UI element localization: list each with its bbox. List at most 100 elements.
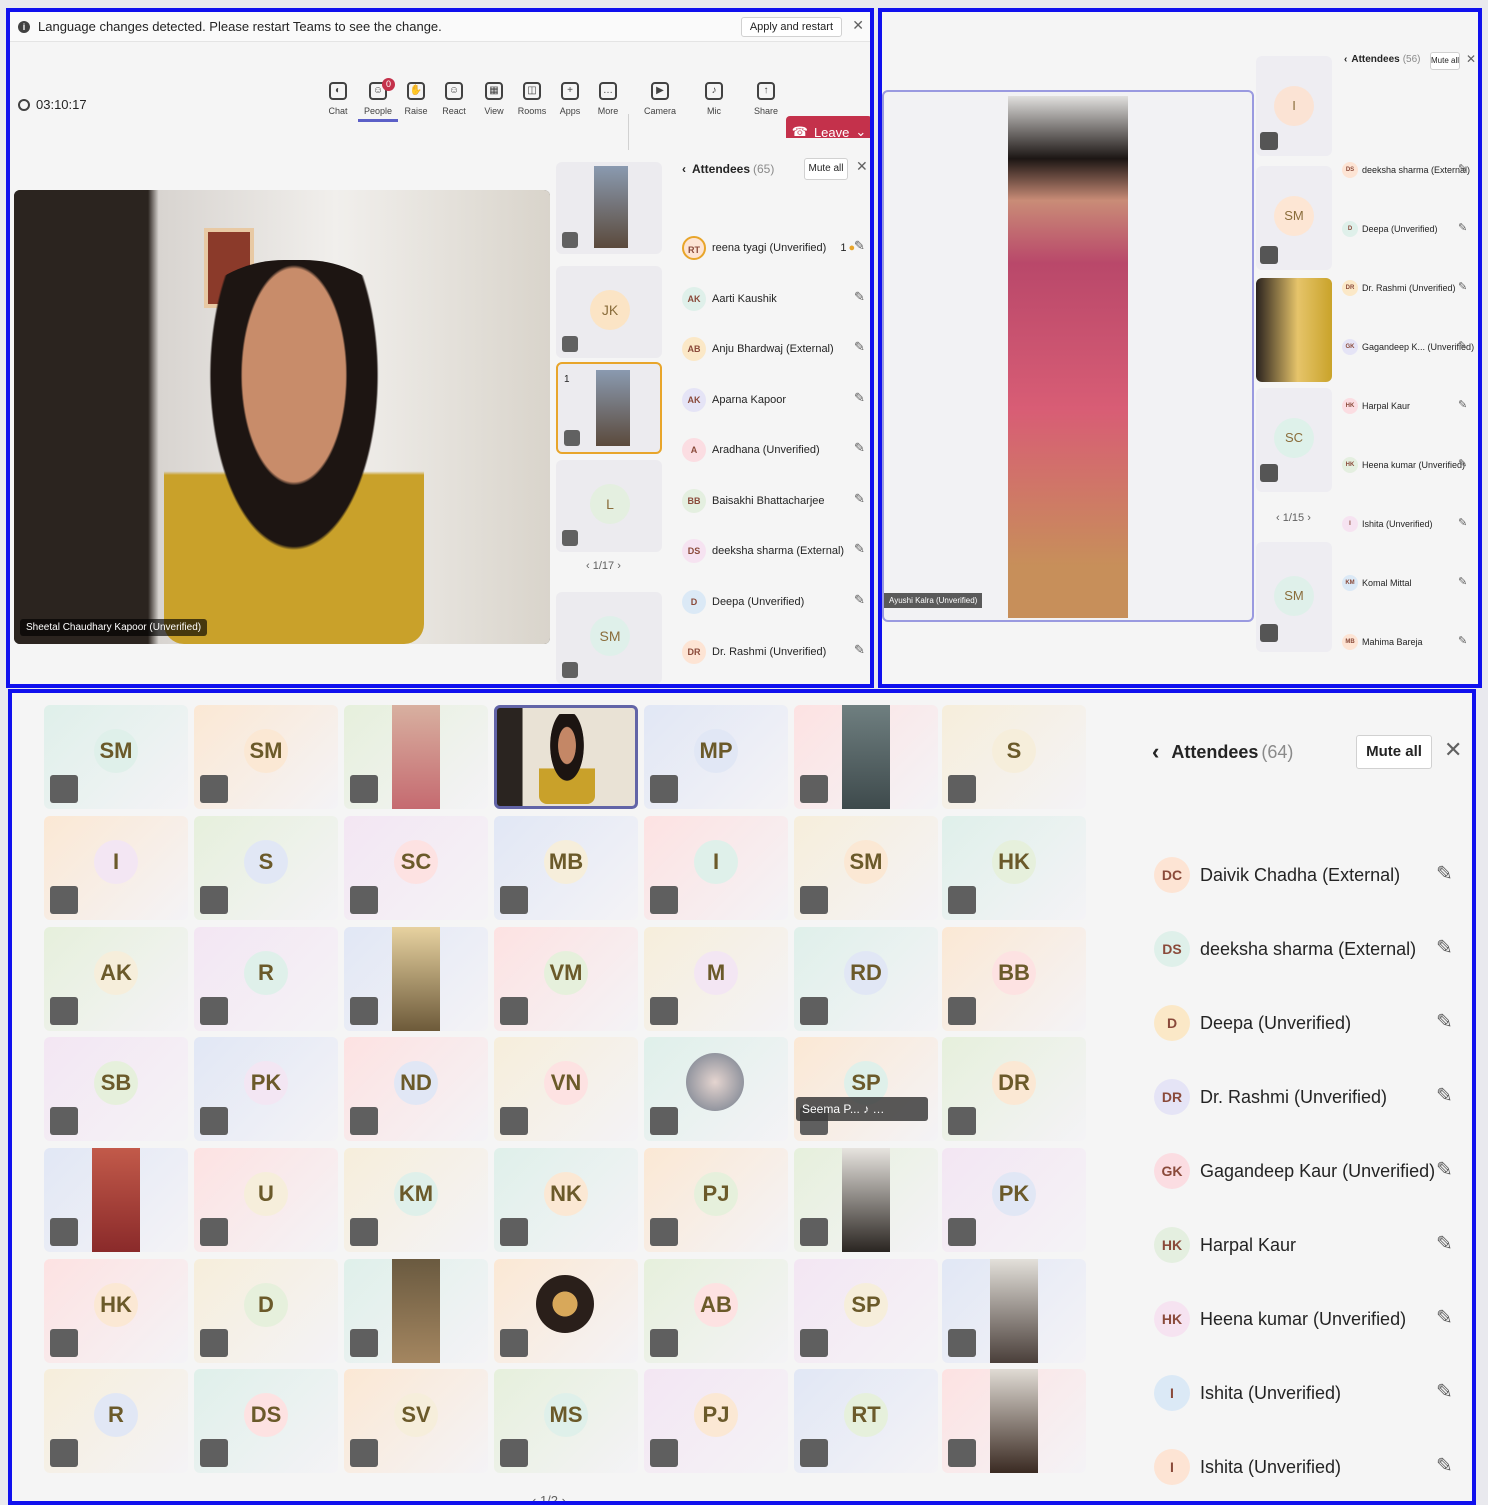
- mic-off-icon[interactable]: ✎: [1458, 398, 1467, 411]
- mic-off-icon[interactable]: ✎: [1436, 1453, 1453, 1478]
- participant-tile[interactable]: [344, 1259, 488, 1363]
- mic-off-icon[interactable]: ✎: [854, 440, 865, 456]
- chevron-left-icon[interactable]: ‹: [586, 560, 593, 572]
- attendee-row[interactable]: AK Aparna Kapoor: [682, 387, 786, 412]
- attendee-row[interactable]: AK Aarti Kaushik: [682, 286, 777, 311]
- participant-tile[interactable]: [644, 1037, 788, 1141]
- toolbar-rooms-button[interactable]: ◫ Rooms: [512, 82, 552, 116]
- toolbar-mic-button[interactable]: ♪ Mic: [694, 82, 734, 116]
- mic-off-icon[interactable]: ✎: [854, 390, 865, 406]
- attendee-row[interactable]: AB Anju Bhardwaj (External): [682, 337, 834, 361]
- participant-tile[interactable]: [494, 1259, 638, 1363]
- participant-tile[interactable]: SM: [194, 705, 338, 809]
- mic-off-icon[interactable]: ✎: [854, 642, 865, 658]
- participant-tile[interactable]: MP: [644, 705, 788, 809]
- participant-tile[interactable]: [794, 705, 938, 809]
- participant-tile[interactable]: SP: [794, 1259, 938, 1363]
- mute-all-button[interactable]: Mute all: [1430, 52, 1460, 70]
- participant-tile[interactable]: [942, 1369, 1086, 1473]
- participant-tile[interactable]: SP Seema P... ♪ …: [794, 1037, 938, 1141]
- attendee-row[interactable]: DR Dr. Rashmi (Unverified): [1154, 1079, 1387, 1115]
- toolbar-share-button[interactable]: ↑ Share: [746, 82, 786, 116]
- participant-tile[interactable]: [344, 927, 488, 1031]
- attendee-row[interactable]: DS deeksha sharma (External): [1342, 162, 1470, 178]
- mic-off-icon[interactable]: ✎: [1458, 575, 1467, 588]
- mic-off-icon[interactable]: ✎: [1436, 935, 1453, 960]
- participant-tile[interactable]: RD: [794, 927, 938, 1031]
- participant-tile[interactable]: U: [194, 1148, 338, 1252]
- participant-tile[interactable]: ND: [344, 1037, 488, 1141]
- participant-tile[interactable]: MB: [494, 816, 638, 920]
- mic-off-icon[interactable]: ✎: [1458, 516, 1467, 529]
- mic-off-icon[interactable]: ✎: [854, 541, 865, 557]
- participant-tile[interactable]: BB: [942, 927, 1086, 1031]
- participant-tile[interactable]: R: [44, 1369, 188, 1473]
- attendee-row[interactable]: I Ishita (Unverified): [1154, 1449, 1341, 1485]
- attendee-row[interactable]: D Deepa (Unverified): [1342, 221, 1438, 237]
- attendee-row[interactable]: I Ishita (Unverified): [1342, 516, 1433, 532]
- mic-off-icon[interactable]: ✎: [1436, 1231, 1453, 1256]
- mic-off-icon[interactable]: ✎: [1458, 457, 1467, 470]
- participant-tile[interactable]: [942, 1259, 1086, 1363]
- participant-tile[interactable]: M: [644, 927, 788, 1031]
- participant-tile[interactable]: R: [194, 927, 338, 1031]
- mute-all-button[interactable]: Mute all: [804, 158, 848, 180]
- toolbar-more-button[interactable]: … More: [588, 82, 628, 116]
- attendee-row[interactable]: I Ishita (Unverified): [1154, 1375, 1341, 1411]
- mic-off-icon[interactable]: ✎: [854, 491, 865, 507]
- mic-off-icon[interactable]: ✎: [854, 592, 865, 608]
- toolbar-apps-button[interactable]: + Apps: [550, 82, 590, 116]
- participant-tile[interactable]: [344, 705, 488, 809]
- chevron-left-icon[interactable]: ‹: [1344, 54, 1347, 65]
- participant-tile[interactable]: HK: [44, 1259, 188, 1363]
- participant-tile[interactable]: VN: [494, 1037, 638, 1141]
- participant-thumb[interactable]: SM: [1256, 166, 1332, 270]
- participant-hover-tag[interactable]: Seema P... ♪ …: [796, 1097, 928, 1121]
- participant-tile[interactable]: SM: [794, 816, 938, 920]
- participant-tile[interactable]: S: [194, 816, 338, 920]
- participant-tile[interactable]: MS: [494, 1369, 638, 1473]
- mic-off-icon[interactable]: ✎: [854, 238, 865, 254]
- attendee-row[interactable]: DS deeksha sharma (External): [682, 539, 844, 563]
- chevron-right-icon[interactable]: ›: [614, 560, 621, 572]
- more-options-icon[interactable]: ♪ …: [860, 1102, 884, 1116]
- mic-off-icon[interactable]: ✎: [854, 339, 865, 355]
- close-icon[interactable]: ✕: [1444, 737, 1462, 763]
- mic-off-icon[interactable]: ✎: [1458, 339, 1467, 352]
- participant-tile[interactable]: SC: [344, 816, 488, 920]
- attendee-row[interactable]: DR Dr. Rashmi (Unverified): [682, 640, 826, 664]
- participant-tile[interactable]: SV: [344, 1369, 488, 1473]
- attendee-row[interactable]: HK Heena kumar (Unverified): [1342, 457, 1465, 473]
- toolbar-react-button[interactable]: ☺ React: [434, 82, 474, 116]
- participant-tile[interactable]: D: [194, 1259, 338, 1363]
- participant-tile[interactable]: PK: [942, 1148, 1086, 1252]
- attendee-row[interactable]: HK Heena kumar (Unverified): [1154, 1301, 1406, 1337]
- participant-thumb[interactable]: SM: [1256, 542, 1332, 652]
- toolbar-chat-button[interactable]: ◐ Chat: [318, 82, 358, 116]
- mic-off-icon[interactable]: ✎: [1436, 861, 1453, 886]
- participant-thumb[interactable]: [556, 162, 662, 254]
- attendee-row[interactable]: HK Harpal Kaur: [1154, 1227, 1296, 1263]
- participant-thumb[interactable]: SM: [556, 592, 662, 684]
- participant-tile[interactable]: DR: [942, 1037, 1086, 1141]
- participant-tile[interactable]: S: [942, 705, 1086, 809]
- participant-thumb[interactable]: SC: [1256, 388, 1332, 492]
- attendee-row[interactable]: BB Baisakhi Bhattacharjee: [682, 488, 825, 513]
- thumb-pager[interactable]: ‹ 1/15 ›: [1276, 512, 1311, 524]
- chevron-left-icon[interactable]: ‹: [532, 1493, 540, 1501]
- participant-tile[interactable]: PJ: [644, 1369, 788, 1473]
- participant-thumb[interactable]: L: [556, 460, 662, 552]
- chevron-left-icon[interactable]: ‹: [682, 162, 686, 176]
- attendee-row[interactable]: D Deepa (Unverified): [682, 589, 804, 614]
- chevron-right-icon[interactable]: ›: [558, 1493, 566, 1501]
- toolbar-camera-button[interactable]: ▶ Camera: [640, 82, 680, 116]
- mic-off-icon[interactable]: ✎: [1436, 1305, 1453, 1330]
- thumb-pager[interactable]: ‹ 1/17 ›: [586, 560, 621, 572]
- mic-off-icon[interactable]: ✎: [1458, 221, 1467, 234]
- participant-tile[interactable]: KM: [344, 1148, 488, 1252]
- toolbar-view-button[interactable]: ▦ View: [474, 82, 514, 116]
- participant-tile[interactable]: AK: [44, 927, 188, 1031]
- participant-tile[interactable]: HK: [942, 816, 1086, 920]
- attendee-row[interactable]: A Aradhana (Unverified): [682, 438, 820, 462]
- participant-tile[interactable]: I: [44, 816, 188, 920]
